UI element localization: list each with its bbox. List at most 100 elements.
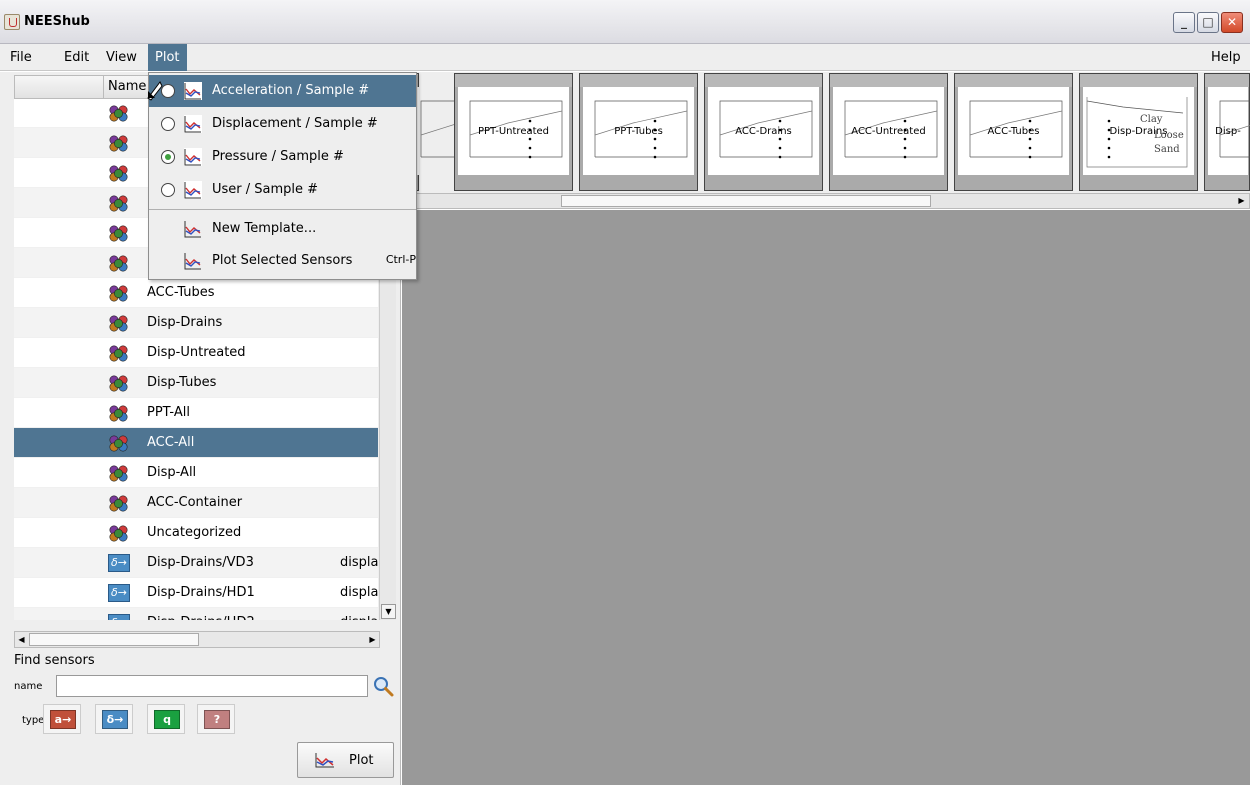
thumbnail-scroll-thumb[interactable] <box>561 195 931 207</box>
sensor-group-icon <box>109 135 128 152</box>
thumbnail-note: Sand <box>1154 144 1180 155</box>
type-chip: ? <box>204 710 230 729</box>
table-row[interactable]: Disp-All <box>14 458 378 488</box>
type-label: type <box>22 715 45 726</box>
name-search-input[interactable] <box>56 675 368 697</box>
sensor-group-icon <box>109 315 128 332</box>
table-horizontal-scrollbar[interactable]: ◀ ▶ <box>14 631 380 648</box>
menu-item-label: New Template... <box>212 221 317 236</box>
shortcut-label: Ctrl-P <box>385 253 416 266</box>
table-row[interactable]: PPT-All <box>14 398 378 428</box>
sensor-group-icon <box>109 195 128 212</box>
menu-item-label: Displacement / Sample # <box>212 116 378 131</box>
thumbnail-title: PPT-Untreated <box>477 126 550 137</box>
sensor-name: Disp-Drains/HD2 <box>147 615 255 620</box>
menu-item-pressure[interactable]: Pressure / Sample # <box>149 141 416 173</box>
search-icon[interactable] <box>371 674 395 698</box>
menu-separator <box>149 209 416 210</box>
radio-button-icon[interactable] <box>161 117 175 131</box>
type-unknown-button[interactable]: ? <box>197 704 235 734</box>
menu-edit[interactable]: Edit <box>57 44 96 71</box>
table-row[interactable]: Uncategorized <box>14 518 378 548</box>
column-header-name[interactable]: Name <box>103 76 150 99</box>
sensor-name: Disp-Drains/HD1 <box>147 585 255 600</box>
plot-thumbnail[interactable]: PPT-Untreated <box>454 73 573 191</box>
sensor-name: Disp-All <box>147 465 197 480</box>
table-row[interactable]: ACC-Tubes <box>14 278 378 308</box>
menu-view[interactable]: View <box>99 44 144 71</box>
menu-item-acceleration[interactable]: Acceleration / Sample # <box>149 75 416 107</box>
maximize-button[interactable]: □ <box>1197 12 1219 33</box>
chart-icon <box>184 148 202 166</box>
chart-icon <box>315 753 334 768</box>
table-row[interactable]: Disp-Untreated <box>14 338 378 368</box>
chart-icon <box>184 253 201 270</box>
sensor-name: Disp-Drains/VD3 <box>147 555 254 570</box>
plot-thumbnail[interactable]: Disp-Drains Clay Loose Sand <box>1079 73 1198 191</box>
displacement-sensor-icon: δ→ <box>108 614 130 620</box>
menu-plot[interactable]: Plot <box>148 44 187 71</box>
sensor-type: displa <box>340 585 378 600</box>
thumbnail-note: Clay <box>1140 114 1163 125</box>
radio-button-icon[interactable] <box>161 183 175 197</box>
menu-bar: File Edit View Plot Help <box>0 44 1250 71</box>
scroll-down-arrow-icon[interactable]: ▼ <box>381 604 396 619</box>
plot-button[interactable]: Plot <box>297 742 394 778</box>
plot-thumbnail[interactable]: PPT-Tubes <box>579 73 698 191</box>
menu-help[interactable]: Help <box>1204 44 1248 71</box>
name-label: name <box>14 681 43 692</box>
table-row[interactable]: ACC-Container <box>14 488 378 518</box>
table-row[interactable]: Disp-Drains <box>14 308 378 338</box>
sensor-name: ACC-Container <box>147 495 243 510</box>
scroll-right-arrow-icon[interactable]: ▶ <box>1235 194 1248 208</box>
menu-file[interactable]: File <box>3 44 39 71</box>
thumbnail-title: Disp- <box>1215 126 1241 137</box>
thumbnail-titlebar <box>705 74 822 87</box>
radio-button-icon[interactable] <box>161 150 175 164</box>
table-row[interactable]: δ→ Disp-Drains/HD1 displa <box>14 578 378 608</box>
find-sensors-heading: Find sensors <box>14 653 95 668</box>
minimize-button[interactable]: _ <box>1173 12 1195 33</box>
plot-thumbnail[interactable]: Disp- <box>1204 73 1250 191</box>
table-row[interactable]: ACC-All <box>14 428 378 458</box>
sensor-name: Disp-Tubes <box>147 375 217 390</box>
sensor-group-icon <box>109 285 128 302</box>
type-q-button[interactable]: q <box>147 704 185 734</box>
thumbnail-scrollbar[interactable]: ▶ <box>402 193 1250 209</box>
type-acceleration-button[interactable]: a→ <box>43 704 81 734</box>
sensor-group-icon <box>109 465 128 482</box>
menu-item-label: Plot Selected Sensors <box>212 253 353 268</box>
plot-button-label: Plot <box>349 753 374 768</box>
sensor-group-icon <box>109 495 128 512</box>
chart-icon <box>184 115 202 133</box>
chart-icon <box>184 221 201 238</box>
type-displacement-button[interactable]: δ→ <box>95 704 133 734</box>
plot-workspace[interactable] <box>402 210 1250 785</box>
sensor-name: Uncategorized <box>147 525 242 540</box>
chart-icon <box>184 181 202 199</box>
table-row[interactable]: Disp-Tubes <box>14 368 378 398</box>
sensor-name: ACC-Tubes <box>147 285 215 300</box>
plot-thumbnail[interactable]: ACC-Untreated <box>829 73 948 191</box>
sensor-group-icon <box>109 255 128 272</box>
plot-thumbnail[interactable]: ACC-Drains <box>704 73 823 191</box>
menu-item-displacement[interactable]: Displacement / Sample # <box>149 108 416 140</box>
scroll-right-arrow-icon[interactable]: ▶ <box>366 633 379 646</box>
scroll-left-arrow-icon[interactable]: ◀ <box>15 633 28 646</box>
sensor-group-icon <box>109 435 128 452</box>
menu-item-label: Pressure / Sample # <box>212 149 344 164</box>
menu-item-plot-selected-sensors[interactable]: Plot Selected Sensors Ctrl-P <box>149 245 416 277</box>
menu-item-new-template[interactable]: New Template... <box>149 213 416 245</box>
thumbnail-title: ACC-Untreated <box>851 126 926 137</box>
table-row[interactable]: δ→ Disp-Drains/VD3 displa <box>14 548 378 578</box>
table-row[interactable]: δ→ Disp-Drains/HD2 displa <box>14 608 378 620</box>
type-chip: δ→ <box>102 710 128 729</box>
close-button[interactable]: ✕ <box>1221 12 1243 33</box>
thumbnail-title: PPT-Tubes <box>614 126 663 137</box>
sensor-group-icon <box>109 225 128 242</box>
plot-thumbnail[interactable]: ACC-Tubes <box>954 73 1073 191</box>
sensor-name: Disp-Untreated <box>147 345 246 360</box>
menu-item-user[interactable]: User / Sample # <box>149 174 416 206</box>
scroll-thumb[interactable] <box>29 633 199 646</box>
mouse-cursor-icon <box>147 81 163 101</box>
